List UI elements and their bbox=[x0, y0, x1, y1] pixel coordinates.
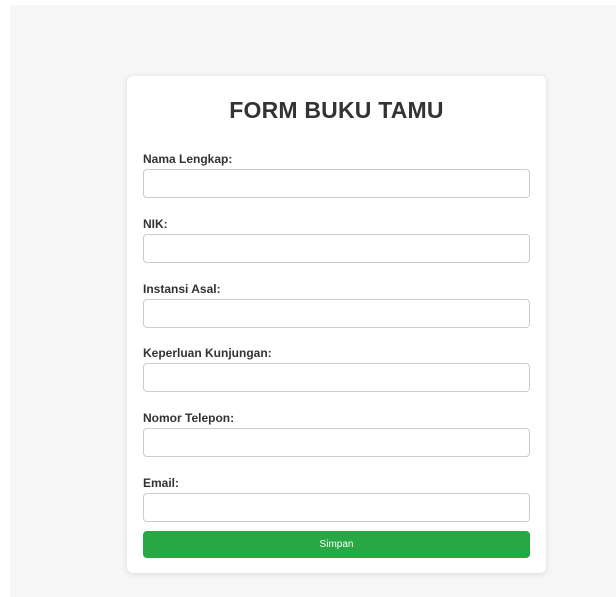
nik-label: NIK: bbox=[143, 217, 168, 231]
keperluan-kunjungan-label: Keperluan Kunjungan: bbox=[143, 346, 272, 360]
nama-lengkap-input[interactable] bbox=[143, 169, 530, 198]
field-instansi-asal: Instansi Asal: bbox=[143, 281, 530, 328]
field-email: Email: bbox=[143, 475, 530, 522]
nama-lengkap-label: Nama Lengkap: bbox=[143, 152, 233, 166]
instansi-asal-label: Instansi Asal: bbox=[143, 282, 221, 296]
field-nama-lengkap: Nama Lengkap: bbox=[143, 151, 530, 198]
instansi-asal-input[interactable] bbox=[143, 299, 530, 328]
nomor-telepon-label: Nomor Telepon: bbox=[143, 411, 235, 425]
field-nomor-telepon: Nomor Telepon: bbox=[143, 410, 530, 457]
keperluan-kunjungan-input[interactable] bbox=[143, 363, 530, 392]
nomor-telepon-input[interactable] bbox=[143, 428, 530, 457]
guestbook-form-card: FORM BUKU TAMU Nama Lengkap: NIK: Instan… bbox=[127, 76, 546, 573]
simpan-button[interactable]: Simpan bbox=[143, 531, 530, 558]
field-keperluan-kunjungan: Keperluan Kunjungan: bbox=[143, 345, 530, 392]
email-label: Email: bbox=[143, 476, 180, 490]
field-nik: NIK: bbox=[143, 216, 530, 263]
email-input[interactable] bbox=[143, 493, 530, 522]
form-title: FORM BUKU TAMU bbox=[229, 97, 444, 123]
nik-input[interactable] bbox=[143, 234, 530, 263]
